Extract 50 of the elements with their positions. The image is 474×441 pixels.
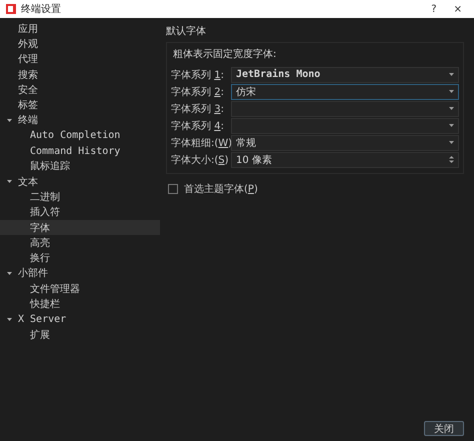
field-label: 字体系列 2: — [171, 86, 224, 98]
field-label: 字体系列 1: — [171, 68, 224, 82]
sidebar-item[interactable]: X Server — [0, 312, 160, 327]
sidebar-item[interactable]: 代理 — [0, 52, 160, 67]
sidebar-item[interactable]: 终端 — [0, 112, 160, 128]
sidebar-item[interactable]: 安全 — [0, 82, 160, 98]
sidebar-item[interactable]: 扩展 — [0, 326, 160, 342]
checkbox[interactable] — [168, 184, 178, 194]
dropdown-arrow-icon — [449, 90, 454, 93]
dropdown-arrow-icon — [449, 107, 454, 110]
sidebar-item[interactable]: 字体 — [0, 220, 160, 236]
spin-box[interactable]: 10 像素 — [231, 152, 459, 168]
field-label: 字体系列 3: — [171, 102, 224, 116]
sidebar-item[interactable]: Auto Completion — [0, 128, 160, 144]
close-dialog-button[interactable]: 关闭 — [424, 421, 464, 436]
app-icon — [6, 4, 16, 14]
sidebar-item[interactable]: 应用 — [0, 21, 160, 36]
checkbox-label: 首选主题字体(P) — [184, 182, 258, 196]
window-title: 终端设置 — [21, 2, 62, 16]
dropdown-arrow-icon — [449, 124, 454, 127]
caret-down-icon[interactable] — [7, 316, 12, 322]
sidebar-item[interactable]: 换行 — [0, 250, 160, 266]
font-dropdown[interactable]: 仿宋 — [231, 84, 459, 100]
caret-down-icon[interactable] — [7, 270, 12, 276]
sidebar-item[interactable]: 搜索 — [0, 66, 160, 82]
group-caption: 粗体表示固定宽度字体: — [173, 48, 278, 61]
sidebar-item[interactable]: 高亮 — [0, 235, 160, 250]
dropdown-arrow-icon — [449, 141, 454, 144]
font-dropdown[interactable]: 常规 — [231, 134, 459, 150]
spin-arrows-icon — [449, 155, 454, 164]
sidebar-item[interactable]: 文件管理器 — [0, 281, 160, 296]
sidebar-item[interactable]: 文本 — [0, 174, 160, 190]
sidebar-item[interactable]: 插入符 — [0, 204, 160, 220]
field-label: 字体大小:(S) — [171, 154, 229, 166]
help-button[interactable]: ? — [425, 4, 443, 14]
sidebar-item[interactable]: 鼠标追踪 — [0, 158, 160, 174]
sidebar-item[interactable]: Command History — [0, 143, 160, 159]
sidebar-item[interactable]: 小部件 — [0, 266, 160, 282]
section-title: 默认字体 — [166, 24, 207, 38]
caret-down-icon[interactable] — [7, 179, 12, 184]
sidebar-item[interactable]: 二进制 — [0, 189, 160, 205]
dropdown-arrow-icon — [449, 73, 454, 76]
sidebar-item[interactable]: 外观 — [0, 36, 160, 52]
sidebar-item[interactable]: 标签 — [0, 97, 160, 113]
caret-down-icon[interactable] — [7, 118, 12, 123]
font-dropdown[interactable]: JetBrains Mono — [231, 66, 459, 82]
close-button[interactable]: × — [448, 4, 468, 14]
sidebar-item[interactable]: 快捷栏 — [0, 296, 160, 312]
field-label: 字体粗细:(W) — [171, 136, 232, 150]
field-label: 字体系列 4: — [171, 120, 224, 132]
